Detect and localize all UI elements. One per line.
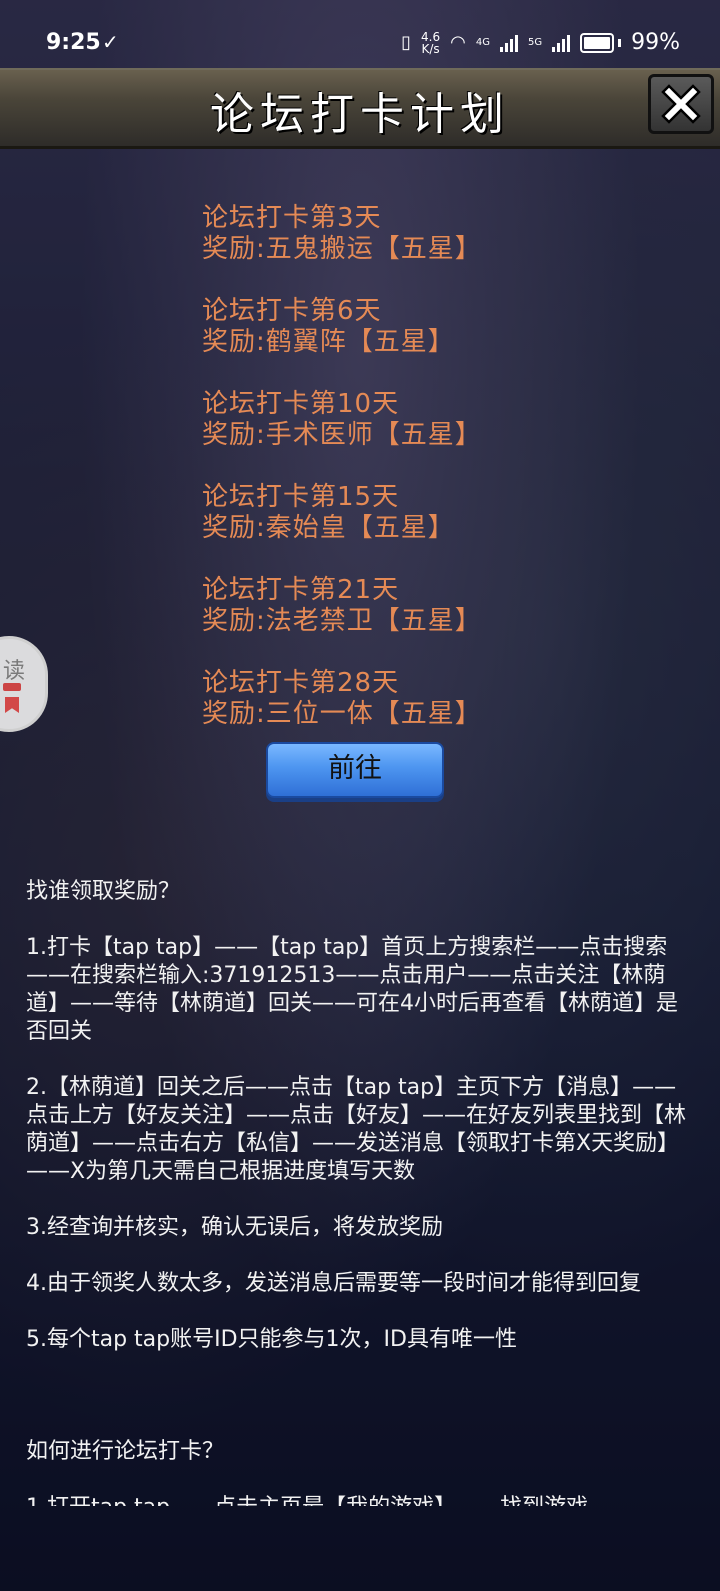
battery-icon bbox=[580, 32, 615, 53]
reward-prize: 奖励:鹤翼阵【五星】 bbox=[202, 327, 455, 357]
reward-prize: 奖励:手术医师【五星】 bbox=[202, 420, 482, 450]
page-title: 论坛打卡计划 bbox=[210, 89, 510, 140]
wifi-icon: ◠ bbox=[450, 32, 466, 53]
reward-day: 论坛打卡第6天 bbox=[202, 296, 382, 326]
reward-day: 论坛打卡第21天 bbox=[202, 575, 400, 605]
reward-prize: 奖励:三位一体【五星】 bbox=[202, 699, 482, 729]
reward-day: 论坛打卡第15天 bbox=[202, 482, 400, 512]
battery-tip bbox=[618, 38, 622, 47]
signal-icon-1 bbox=[499, 34, 518, 52]
net-speed: 4.6 K/s bbox=[421, 31, 440, 55]
signal-label-1: 4G bbox=[475, 37, 490, 48]
signal-icon-2 bbox=[552, 34, 571, 52]
signal-label-2: 5G bbox=[527, 37, 543, 48]
net-speed-value: 4.6 bbox=[421, 29, 441, 44]
reward-day: 论坛打卡第28天 bbox=[202, 668, 400, 698]
instruction-step: 4.由于领奖人数太多，发送消息后需要等一段时间才能得到回复 bbox=[26, 1271, 641, 1296]
close-icon bbox=[661, 84, 701, 124]
status-icons: ▯ 4.6 K/s ◠ 4G 5G 99% bbox=[401, 30, 680, 55]
instruction-step: 2.【林荫道】回关之后——点击【tap tap】主页下方【消息】——点击上方【好… bbox=[26, 1075, 687, 1184]
net-speed-unit: K/s bbox=[421, 41, 440, 56]
reward-day: 论坛打卡第10天 bbox=[202, 389, 400, 419]
badge-icon bbox=[3, 683, 21, 691]
instructions-heading: 找谁领取奖励？ bbox=[26, 879, 181, 904]
reward-item: 论坛打卡第6天 奖励:鹤翼阵【五星】 bbox=[202, 296, 622, 358]
go-button[interactable]: 前往 bbox=[266, 742, 444, 798]
instruction-step: 1.打开tap tap——点击主页最【我的游戏】——找到游戏 bbox=[26, 1494, 696, 1506]
status-time: 9:25 bbox=[46, 30, 101, 55]
battery-percent: 99% bbox=[631, 30, 680, 55]
instruction-step: 5.每个tap tap账号ID只能参与1次，ID具有唯一性 bbox=[26, 1327, 517, 1352]
instruction-step: 1.打卡【tap tap】——【tap tap】首页上方搜索栏——点击搜索——在… bbox=[26, 935, 678, 1044]
reward-item: 论坛打卡第21天 奖励:法老禁卫【五星】 bbox=[202, 575, 622, 637]
hd-icon: ✓ bbox=[102, 30, 119, 54]
reward-list: 论坛打卡第3天 奖励:五鬼搬运【五星】 论坛打卡第6天 奖励:鹤翼阵【五星】 论… bbox=[202, 203, 622, 761]
floating-read-label: 读 bbox=[3, 659, 26, 684]
reward-prize: 奖励:法老禁卫【五星】 bbox=[202, 606, 482, 636]
reward-day: 论坛打卡第3天 bbox=[202, 203, 382, 233]
status-bar: 9:25 ✓ ▯ 4.6 K/s ◠ 4G 5G 99% bbox=[0, 0, 720, 68]
instructions: 找谁领取奖励？ 1.打卡【tap tap】——【tap tap】首页上方搜索栏—… bbox=[26, 878, 696, 1534]
close-button[interactable] bbox=[648, 74, 714, 134]
reward-prize: 奖励:五鬼搬运【五星】 bbox=[202, 234, 482, 264]
reward-prize: 奖励:秦始皇【五星】 bbox=[202, 513, 455, 543]
reward-item: 论坛打卡第28天 奖励:三位一体【五星】 bbox=[202, 668, 622, 730]
bookmark-icon bbox=[5, 697, 19, 713]
instructions-heading-2: 如何进行论坛打卡？ bbox=[26, 1439, 225, 1464]
reward-item: 论坛打卡第10天 奖励:手术医师【五星】 bbox=[202, 389, 622, 451]
reward-item: 论坛打卡第3天 奖励:五鬼搬运【五星】 bbox=[202, 203, 622, 265]
instruction-step: 3.经查询并核实，确认无误后，将发放奖励 bbox=[26, 1215, 443, 1240]
vibrate-icon: ▯ bbox=[401, 32, 412, 53]
reward-item: 论坛打卡第15天 奖励:秦始皇【五星】 bbox=[202, 482, 622, 544]
title-bar: 论坛打卡计划 bbox=[0, 68, 720, 149]
